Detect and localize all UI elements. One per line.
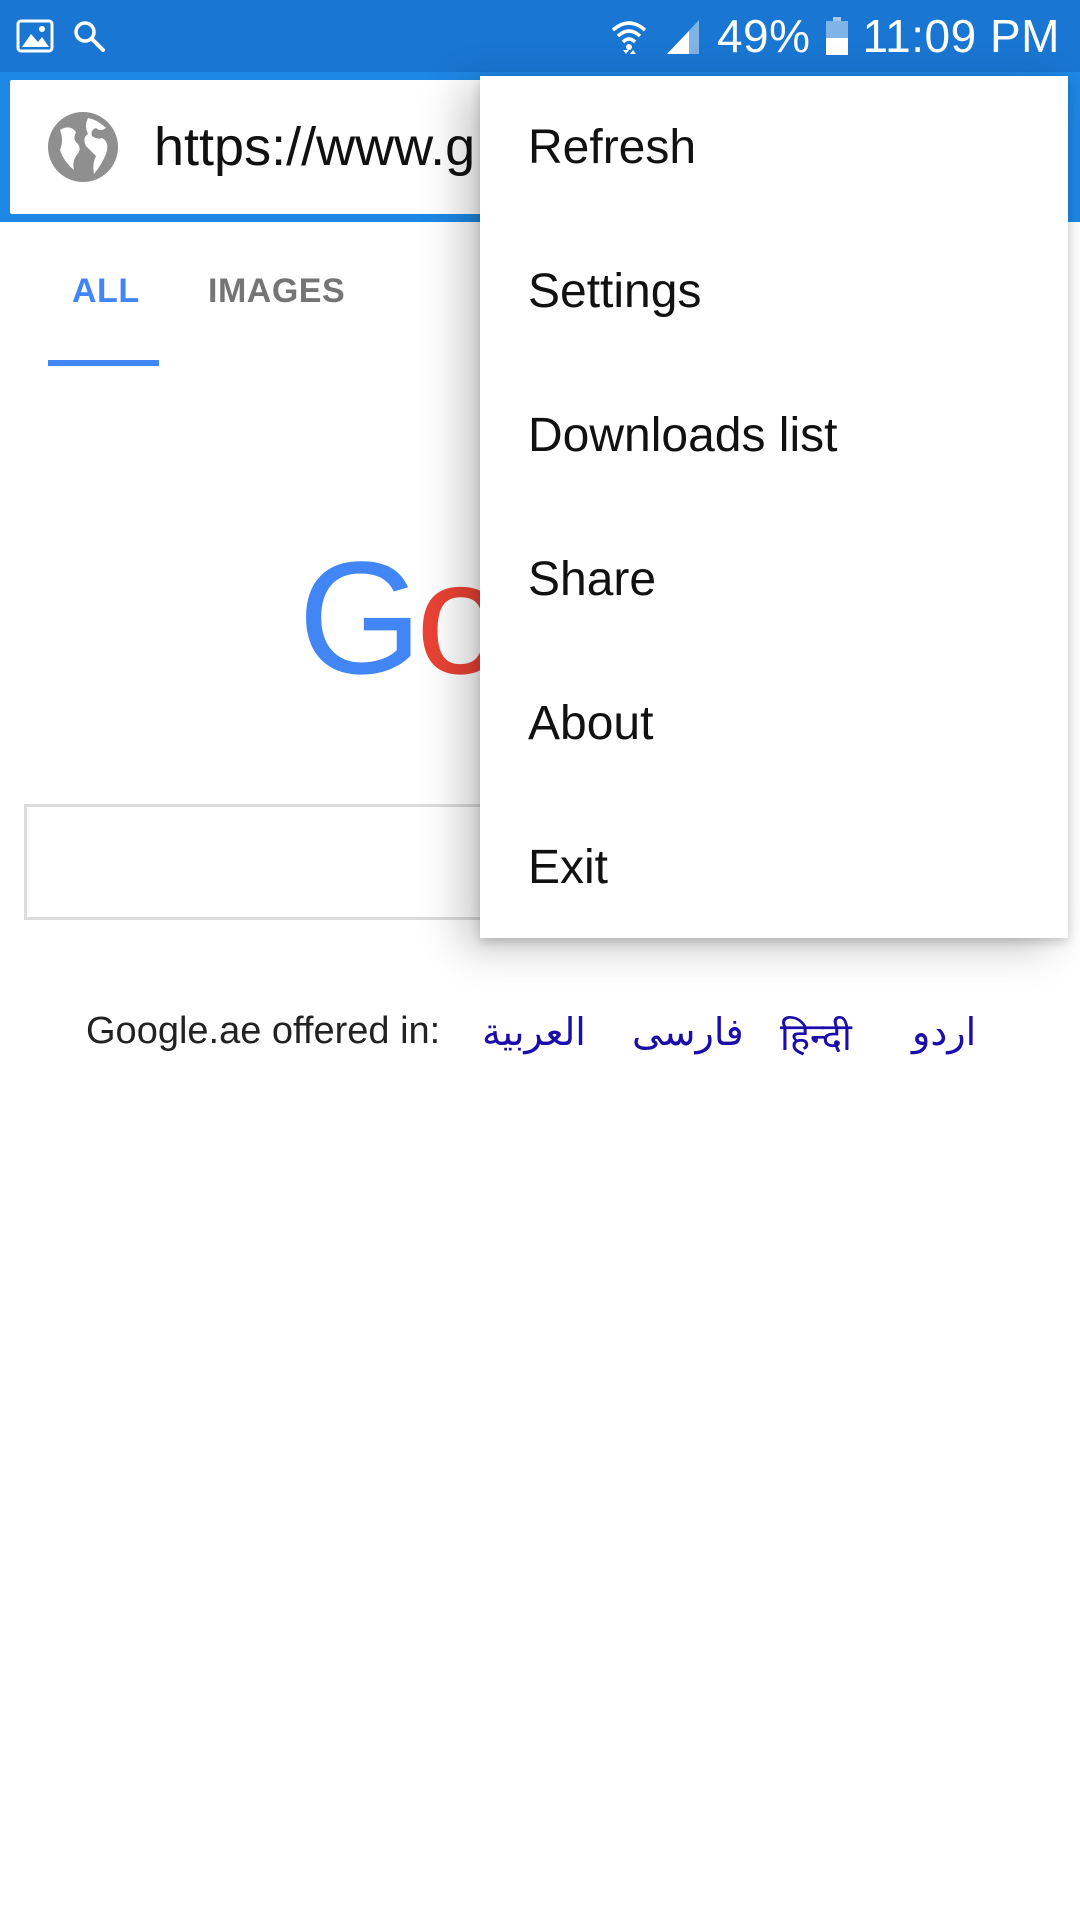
menu-item-share[interactable]: Share: [528, 552, 656, 607]
globe-icon: [48, 112, 118, 182]
menu-item-downloads-list[interactable]: Downloads list: [528, 408, 837, 463]
svg-text:G: G: [298, 548, 422, 688]
overflow-menu: Refresh Settings Downloads list Share Ab…: [480, 76, 1068, 938]
menu-item-settings[interactable]: Settings: [528, 264, 701, 319]
battery-percentage: 49%: [716, 10, 811, 62]
menu-item-refresh[interactable]: Refresh: [528, 120, 696, 175]
status-bar: 49% 11:09 PM: [0, 0, 1080, 72]
wifi-icon: [611, 21, 647, 54]
url-text[interactable]: https://www.g: [154, 110, 475, 184]
language-link-hindi[interactable]: हिन्दी: [780, 1010, 852, 1062]
language-link-urdu[interactable]: اردو: [912, 1010, 976, 1055]
menu-item-about[interactable]: About: [528, 696, 653, 751]
status-bar-system: 49% 11:09 PM: [609, 0, 1060, 72]
clock: 11:09 PM: [862, 10, 1060, 62]
language-link-arabic[interactable]: العربية: [482, 1010, 586, 1055]
tab-images[interactable]: IMAGES: [208, 272, 345, 311]
tab-all[interactable]: ALL: [72, 272, 140, 311]
status-bar-notifications: [16, 14, 106, 58]
tab-selected-indicator: [48, 360, 159, 366]
offered-in-label: Google.ae offered in:: [86, 1010, 441, 1052]
image-notification-icon: [16, 19, 54, 53]
menu-item-exit[interactable]: Exit: [528, 840, 608, 895]
battery-icon: [825, 17, 848, 55]
cellular-signal-icon: [666, 20, 699, 54]
search-notification-icon: [74, 21, 105, 52]
language-link-farsi[interactable]: فارسی: [632, 1010, 744, 1055]
